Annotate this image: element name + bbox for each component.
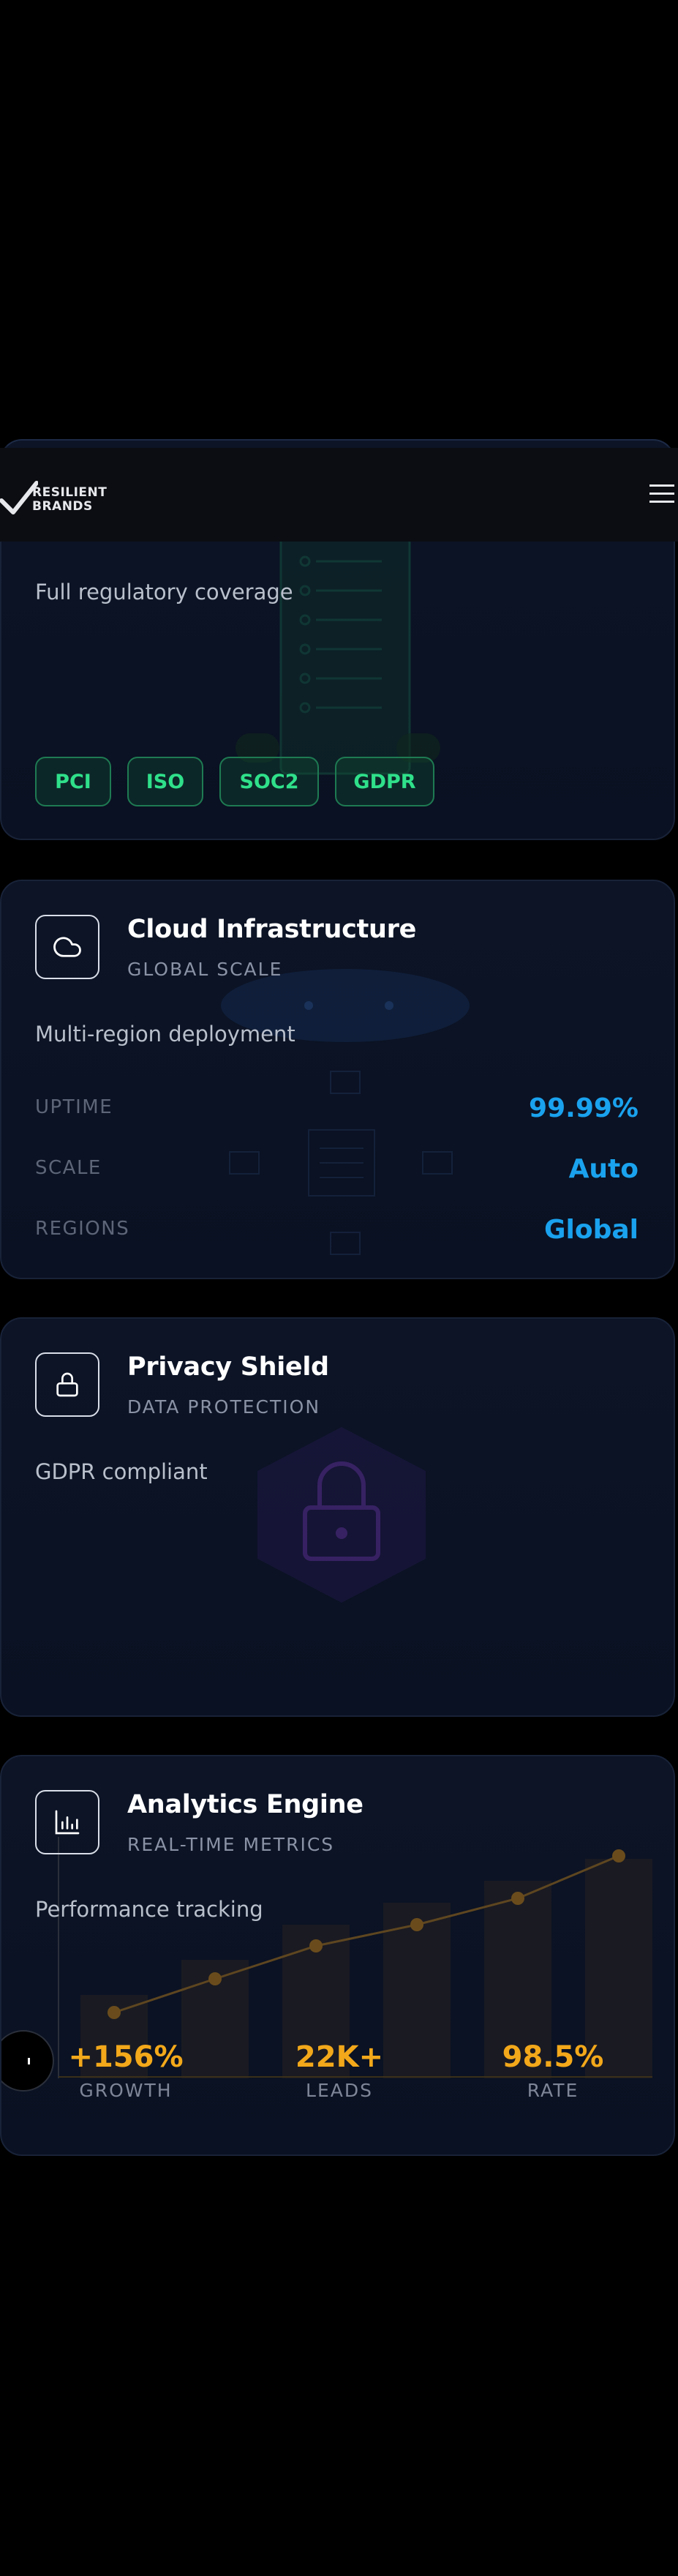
card-subtitle: DATA PROTECTION: [127, 1396, 321, 1418]
metric-label: SCALE: [35, 1157, 102, 1179]
chart-origin-marker: [1, 2030, 54, 2092]
cloud-icon: [53, 937, 81, 957]
card-title: Cloud Infrastructure: [127, 915, 417, 944]
tag-soc2: SOC2: [219, 757, 319, 806]
brand-logo[interactable]: RESILIENT BRANDS: [32, 486, 107, 514]
stat-value: 22K+: [295, 2040, 384, 2074]
bar-chart-icon-box: [35, 1790, 99, 1854]
card-description: Performance tracking: [35, 1897, 263, 1922]
stat-value: +156%: [68, 2040, 184, 2074]
shield-lock-illustration: [257, 1427, 426, 1603]
metric-value: Auto: [568, 1154, 639, 1184]
tag-iso: ISO: [127, 757, 203, 806]
card-description: Multi-region deployment: [35, 1022, 295, 1046]
lock-icon-box: [35, 1352, 99, 1417]
card-subtitle: REAL-TIME METRICS: [127, 1834, 335, 1855]
card-title: Analytics Engine: [127, 1790, 364, 1819]
metric-value: Global: [543, 1215, 639, 1245]
brand-name-line1: RESILIENT: [32, 485, 108, 500]
metric-label: REGIONS: [35, 1218, 130, 1240]
card-description: GDPR compliant: [35, 1459, 208, 1484]
metric-value: 99.99%: [529, 1093, 639, 1123]
cloud-icon-box: [35, 915, 99, 979]
tag-pci: PCI: [35, 757, 111, 806]
metric-label: UPTIME: [35, 1096, 113, 1118]
brand-name-line2: BRANDS: [32, 499, 93, 514]
analytics-engine-card: Analytics Engine REAL-TIME METRICS Perfo…: [0, 1755, 675, 2156]
hamburger-menu-icon[interactable]: [649, 484, 674, 506]
metric-row-regions: REGIONS Global: [35, 1215, 639, 1245]
stat-label: RATE: [527, 2080, 579, 2101]
lock-icon: [56, 1372, 78, 1397]
cloud-infrastructure-card: Cloud Infrastructure GLOBAL SCALE Multi-…: [0, 880, 675, 1279]
stat-growth: +156% GROWTH: [60, 2040, 192, 2101]
stat-leads: 22K+ LEADS: [274, 2040, 405, 2101]
stat-label: LEADS: [306, 2080, 373, 2101]
privacy-shield-card: Privacy Shield DATA PROTECTION GDPR comp…: [0, 1317, 675, 1717]
metric-row-scale: SCALE Auto: [35, 1154, 639, 1184]
compliance-description: Full regulatory coverage: [35, 580, 293, 604]
stat-rate: 98.5% RATE: [487, 2040, 619, 2101]
card-subtitle: GLOBAL SCALE: [127, 959, 283, 980]
bar-chart-icon: [55, 1810, 80, 1835]
metric-row-uptime: UPTIME 99.99%: [35, 1093, 639, 1123]
tag-gdpr: GDPR: [335, 757, 434, 806]
stat-label: GROWTH: [79, 2080, 173, 2101]
stat-value: 98.5%: [502, 2040, 604, 2074]
card-title: Privacy Shield: [127, 1352, 329, 1382]
document-checklist-illustration: [279, 532, 411, 775]
